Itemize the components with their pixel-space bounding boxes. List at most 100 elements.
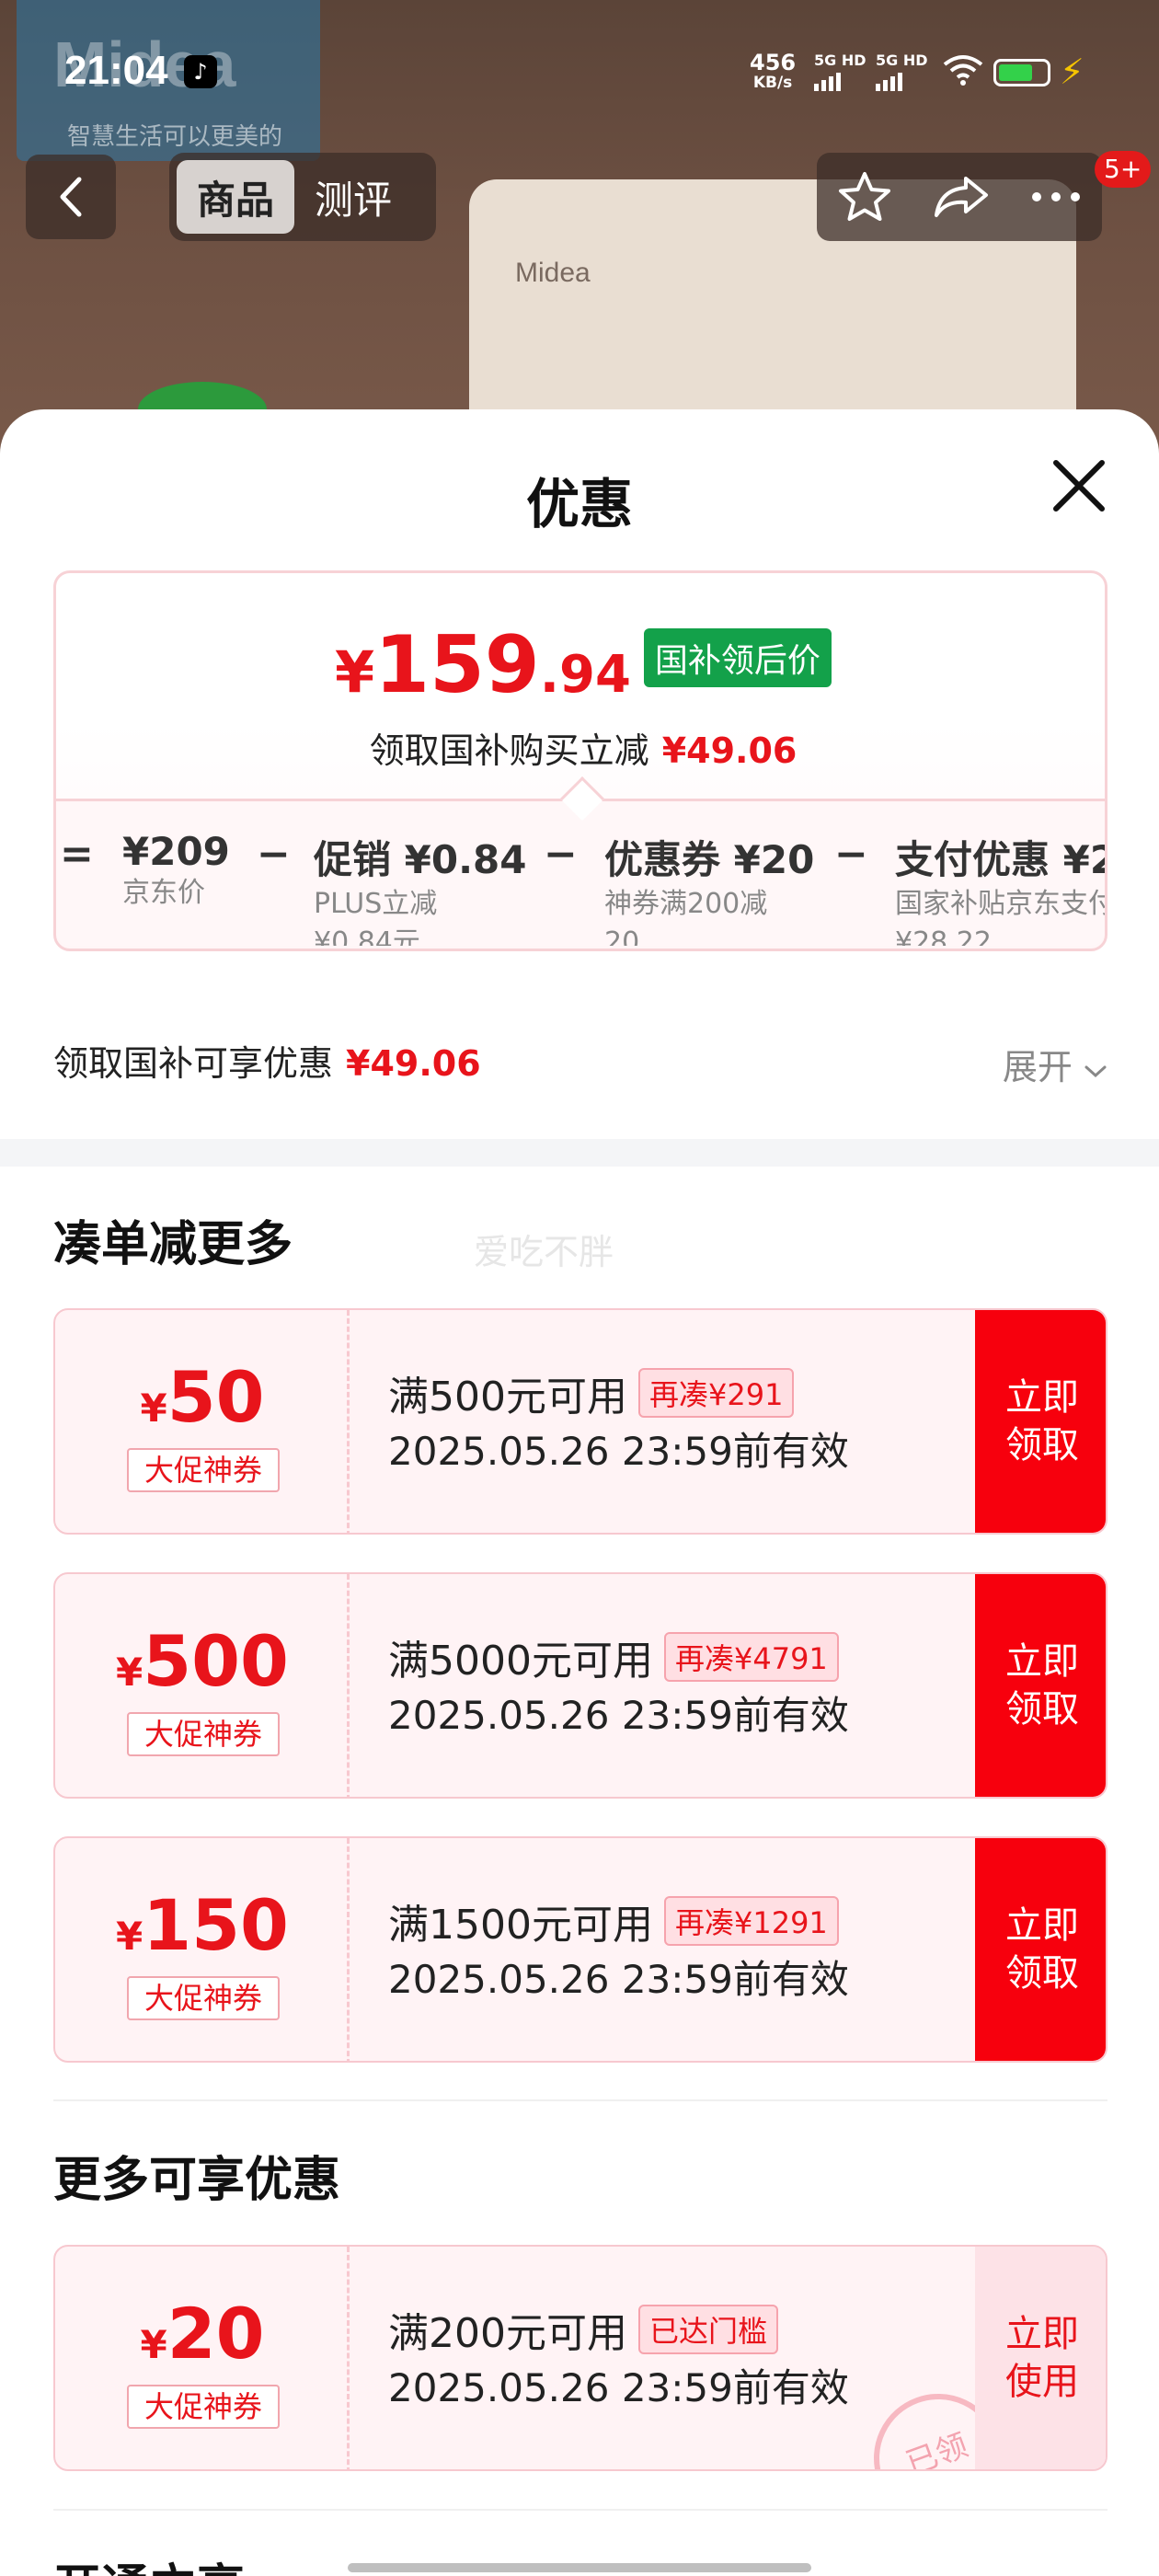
claim-button-line-1: 立即 bbox=[1005, 1376, 1079, 1419]
final-price: ¥159.94 国补领后价 bbox=[56, 619, 1110, 711]
coupon-condition-text: 满200元可用 bbox=[388, 2310, 627, 2357]
expand-button[interactable]: 展开 bbox=[1003, 1039, 1107, 1089]
breakdown-sub: 神券满200减 bbox=[604, 888, 768, 920]
price-card: ¥159.94 国补领后价 领取国补购买立减 ¥49.06 = ¥209 京东价 −… bbox=[53, 570, 1107, 951]
tab-product[interactable]: 商品 bbox=[177, 160, 295, 234]
claim-coupon-button[interactable]: 立即 领取 bbox=[975, 1838, 1106, 2061]
use-coupon-button[interactable]: 立即 使用 bbox=[975, 2247, 1106, 2469]
coupon-left: ¥500 大促神券 bbox=[55, 1574, 350, 1797]
breakdown-sub: 国家补贴京东支付 bbox=[895, 888, 1105, 920]
claim-coupon-button[interactable]: 立即 领取 bbox=[975, 1574, 1106, 1797]
breakdown-sub: ¥0.84元 bbox=[314, 926, 420, 946]
coupon-threshold-tag: 已达门槛 bbox=[637, 2305, 778, 2354]
coupon-card: ¥150 大促神券 满1500元可用 再凑¥1291 2025.05.26 23:… bbox=[53, 1836, 1107, 2063]
coupon-gap-tag: 再凑¥4791 bbox=[663, 1632, 839, 1682]
nav-tabs: 商品 测评 bbox=[169, 153, 436, 241]
chevron-left-icon bbox=[60, 177, 82, 217]
tiktok-icon: ♪ bbox=[184, 55, 217, 88]
charging-icon: ⚡ bbox=[1060, 52, 1084, 92]
price-saving-label: 领取国补购买立减 bbox=[369, 730, 649, 771]
claim-button-line-2: 领取 bbox=[1005, 1688, 1079, 1731]
notification-badge: 5+ bbox=[1095, 151, 1152, 188]
coupon-currency: ¥ bbox=[140, 2322, 167, 2367]
coupon-value: 20 bbox=[166, 2293, 265, 2375]
breakdown-op: = bbox=[60, 831, 94, 878]
expand-label: 展开 bbox=[1002, 1047, 1073, 1087]
discount-sheet: 优惠 ¥159.94 国补领后价 领取国补购买立减 ¥49.06 = ¥209 京东… bbox=[0, 409, 1159, 2576]
coupon-amount: ¥50 bbox=[55, 1356, 350, 1438]
tab-review[interactable]: 测评 bbox=[294, 160, 412, 234]
breakdown-item: 优惠券 ¥20 神券满200减 20 bbox=[604, 829, 814, 946]
subsidy-summary: 领取国补可享优惠 ¥49.06 展开 bbox=[53, 1035, 1107, 1090]
claim-button-line-1: 立即 bbox=[1005, 1640, 1079, 1683]
claim-coupon-button[interactable]: 立即 领取 bbox=[975, 1310, 1106, 1533]
product-label: Midea bbox=[515, 258, 591, 288]
breakdown-sub: ¥28.22 bbox=[895, 926, 992, 946]
breakdown-item: 支付优惠 ¥28.22 国家补贴京东支付 ¥28.22 bbox=[895, 829, 1105, 946]
coupon-card: ¥50 大促神券 满500元可用 再凑¥291 2025.05.26 23:59前… bbox=[53, 1308, 1107, 1535]
coupon-currency: ¥ bbox=[116, 1914, 143, 1959]
net-speed-unit: KB/s bbox=[752, 74, 793, 92]
coupon-type: 大促神券 bbox=[127, 1448, 280, 1492]
breakdown-sub: 京东价 bbox=[122, 877, 205, 909]
coupon-amount: ¥150 bbox=[55, 1884, 350, 1966]
coupon-condition-text: 满1500元可用 bbox=[388, 1902, 653, 1949]
coupon-gap-tag: 再凑¥291 bbox=[637, 1368, 795, 1418]
signal-1-icon: 5G HD bbox=[814, 52, 866, 91]
coupon-value: 500 bbox=[143, 1620, 289, 1702]
section-title-more: 凑单减更多 bbox=[53, 1217, 293, 1272]
price-decimal: .94 bbox=[539, 645, 631, 705]
coupon-currency: ¥ bbox=[116, 1650, 143, 1695]
share-icon[interactable] bbox=[933, 173, 990, 221]
use-button-line-2: 使用 bbox=[1005, 2361, 1079, 2403]
subsidy-price-tag: 国补领后价 bbox=[643, 628, 832, 687]
section-title-available: 更多可享优惠 bbox=[53, 2153, 341, 2208]
coupon-condition-text: 满5000元可用 bbox=[388, 1638, 653, 1685]
coupon-condition-text: 满500元可用 bbox=[388, 1374, 627, 1420]
more-icon[interactable] bbox=[1030, 190, 1082, 203]
use-button-line-1: 立即 bbox=[1005, 2313, 1079, 2355]
breakdown-value: 支付优惠 ¥28.22 bbox=[895, 837, 1105, 882]
breakdown-op: − bbox=[257, 831, 291, 878]
nav-actions bbox=[817, 153, 1102, 241]
close-icon[interactable] bbox=[1047, 454, 1111, 518]
signal-1-label: 5G HD bbox=[814, 52, 866, 69]
summary-value: ¥49.06 bbox=[346, 1043, 481, 1084]
home-indicator[interactable] bbox=[348, 2563, 811, 2572]
coupon-validity: 2025.05.26 23:59前有效 bbox=[388, 2365, 849, 2410]
price-currency: ¥ bbox=[335, 638, 375, 706]
watermark: 爱吃不胖 bbox=[474, 1232, 614, 1272]
price-saving-value: ¥49.06 bbox=[661, 730, 798, 771]
claim-button-line-1: 立即 bbox=[1005, 1904, 1079, 1947]
price-saving-line: 领取国补购买立减 ¥49.06 bbox=[56, 722, 1110, 773]
net-speed-value: 456 bbox=[750, 50, 797, 75]
back-button[interactable] bbox=[26, 155, 116, 239]
coupon-amount: ¥500 bbox=[55, 1620, 350, 1702]
coupon-card: ¥500 大促神券 满5000元可用 再凑¥4791 2025.05.26 23:… bbox=[53, 1572, 1107, 1799]
claim-button-line-2: 领取 bbox=[1005, 1952, 1079, 1995]
coupon-condition: 满200元可用 已达门槛 bbox=[388, 2300, 778, 2359]
breakdown-value: 促销 ¥0.84 bbox=[314, 837, 527, 882]
coupon-condition: 满1500元可用 再凑¥1291 bbox=[388, 1892, 839, 1950]
coupon-validity: 2025.05.26 23:59前有效 bbox=[388, 1693, 849, 1738]
breakdown-op: − bbox=[544, 831, 578, 878]
coupon-type: 大促神券 bbox=[127, 2385, 280, 2429]
coupon-amount: ¥20 bbox=[55, 2293, 350, 2375]
coupon-condition: 满500元可用 再凑¥291 bbox=[388, 1363, 795, 1422]
chevron-down-icon bbox=[1084, 1065, 1107, 1078]
coupon-condition: 满5000元可用 再凑¥4791 bbox=[388, 1627, 839, 1686]
coupon-type: 大促神券 bbox=[127, 1712, 280, 1756]
summary-label: 领取国补可享优惠 bbox=[53, 1043, 334, 1084]
price-breakdown[interactable]: = ¥209 京东价 − 促销 ¥0.84 PLUS立减 ¥0.84元 − 优惠… bbox=[56, 799, 1105, 946]
section-separator bbox=[53, 2099, 1107, 2101]
coupon-left: ¥50 大促神券 bbox=[55, 1310, 350, 1533]
favorite-star-icon[interactable] bbox=[837, 170, 892, 224]
signal-2-icon: 5G HD bbox=[876, 52, 928, 91]
wifi-icon bbox=[943, 55, 983, 86]
coupon-currency: ¥ bbox=[140, 1386, 167, 1431]
coupon-gap-tag: 再凑¥1291 bbox=[663, 1896, 839, 1946]
coupon-validity: 2025.05.26 23:59前有效 bbox=[388, 1429, 849, 1474]
breakdown-value: 优惠券 ¥20 bbox=[604, 837, 815, 882]
section-separator bbox=[53, 2509, 1107, 2511]
sheet-title: 优惠 bbox=[525, 473, 633, 535]
